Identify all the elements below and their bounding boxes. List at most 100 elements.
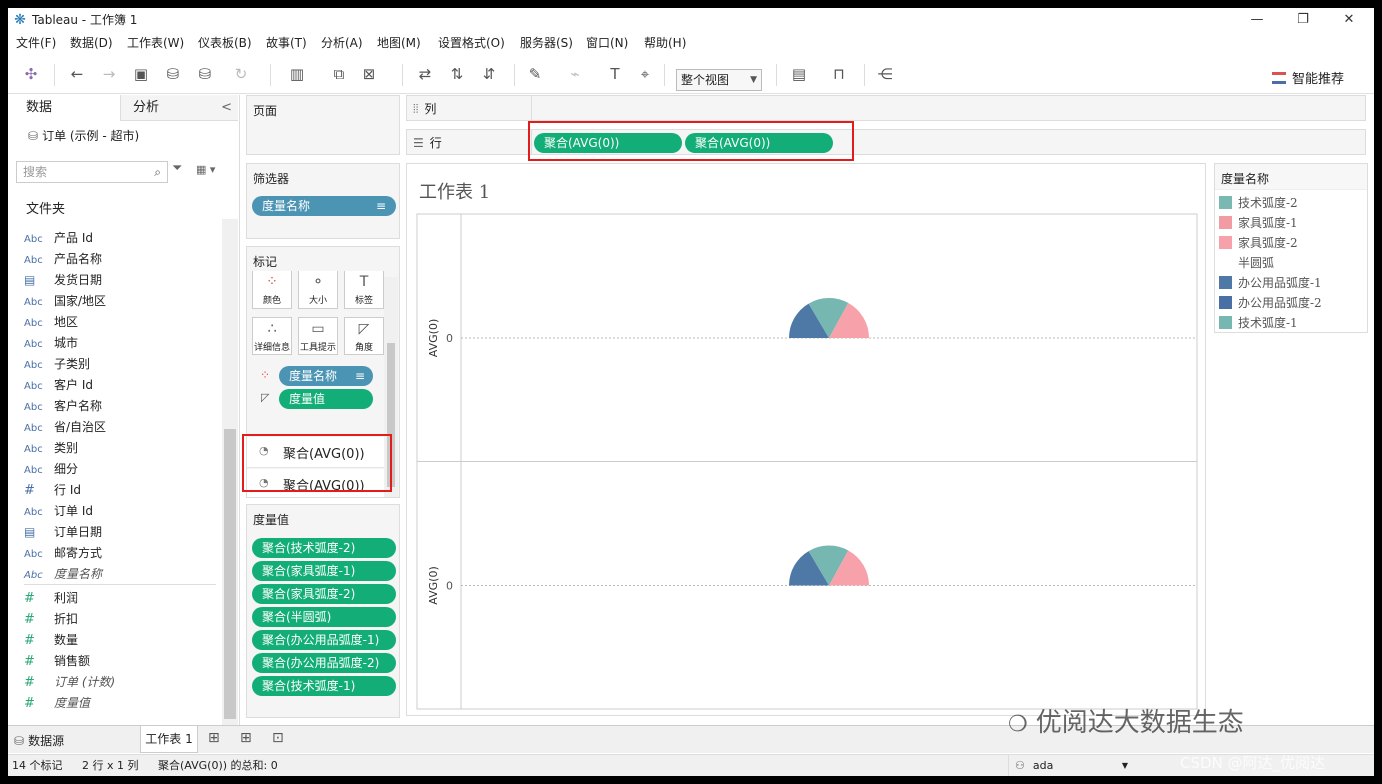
dimension-field[interactable]: ▤ 订单日期 bbox=[24, 522, 102, 543]
new-story-tab-icon[interactable]: ⊡ bbox=[272, 730, 284, 746]
tab-worksheet-1[interactable]: 工作表 1 bbox=[140, 726, 198, 753]
user-menu[interactable]: ⚇ ada ▼ bbox=[1008, 755, 1134, 776]
dimension-field[interactable]: Abc 邮寄方式 bbox=[24, 543, 102, 564]
tableau-home-icon[interactable]: ✣ bbox=[20, 64, 42, 84]
legend-item[interactable]: 家具弧度-2 bbox=[1219, 233, 1298, 253]
fix-axes-icon[interactable]: ⌖ bbox=[634, 64, 656, 84]
dimension-field[interactable]: Abc 类别 bbox=[24, 438, 78, 459]
measure-field[interactable]: # 数量 bbox=[24, 630, 78, 651]
sort-descending-icon[interactable]: ⇵ bbox=[478, 64, 500, 84]
menu-map[interactable]: 地图(M) bbox=[377, 35, 421, 51]
menu-help[interactable]: 帮助(H) bbox=[644, 35, 686, 51]
dimension-field[interactable]: Abc 客户名称 bbox=[24, 396, 102, 417]
new-worksheet-tab-icon[interactable]: ⊞ bbox=[208, 730, 220, 746]
legend-item[interactable]: 办公用品弧度-2 bbox=[1219, 293, 1322, 313]
tab-data[interactable]: 数据 bbox=[8, 95, 120, 121]
group-icon[interactable]: ⌁ bbox=[564, 64, 586, 84]
show-cards-icon[interactable]: ▤ bbox=[788, 64, 810, 84]
minimize-button[interactable]: — bbox=[1234, 8, 1280, 32]
dimension-field[interactable]: Abc 地区 bbox=[24, 312, 78, 333]
dimension-field[interactable]: ▤ 发货日期 bbox=[24, 270, 102, 291]
measure-field[interactable]: # 销售额 bbox=[24, 651, 90, 672]
worksheet-view[interactable]: 工作表 1 0 AVG(0) 0 AVG(0) bbox=[406, 163, 1206, 716]
new-worksheet-icon[interactable]: ▥ bbox=[286, 64, 308, 84]
filter-pill-measure-names[interactable]: 度量名称 ≡ bbox=[252, 196, 396, 216]
marks-detail-button[interactable]: ∴ 详细信息 bbox=[252, 317, 292, 355]
save-icon[interactable]: ▣ bbox=[130, 64, 152, 84]
legend-item[interactable]: 办公用品弧度-1 bbox=[1219, 273, 1322, 293]
dimension-field[interactable]: Abc 省/自治区 bbox=[24, 417, 106, 438]
sort-ascending-icon[interactable]: ⇅ bbox=[446, 64, 468, 84]
dimension-field[interactable]: Abc 度量名称 bbox=[24, 564, 102, 585]
tab-analysis[interactable]: 分析 < bbox=[120, 95, 238, 121]
new-datasource-icon[interactable]: ⛁ bbox=[162, 64, 184, 84]
measure-value-pill[interactable]: 聚合(半圆弧) bbox=[252, 607, 396, 627]
dimension-field[interactable]: # 行 Id bbox=[24, 480, 81, 501]
legend-item[interactable]: 技术弧度-2 bbox=[1219, 193, 1298, 213]
color-legend[interactable]: 度量名称 技术弧度-2 家具弧度-1 家具弧度-2 半圆弧 办公用品弧度-1 办公用品弧度… bbox=[1214, 163, 1368, 333]
highlight-icon[interactable]: ✎ bbox=[524, 64, 546, 84]
measure-value-pill[interactable]: 聚合(家具弧度-1) bbox=[252, 561, 396, 581]
legend-item[interactable]: 技术弧度-1 bbox=[1219, 313, 1298, 333]
maximize-button[interactable]: ❐ bbox=[1280, 8, 1326, 32]
dimension-field[interactable]: Abc 订单 Id bbox=[24, 501, 93, 522]
dimension-field[interactable]: Abc 子类别 bbox=[24, 354, 90, 375]
menu-file[interactable]: 文件(F) bbox=[16, 35, 56, 51]
measure-field[interactable]: # 订单 (计数) bbox=[24, 672, 115, 693]
filters-card[interactable]: 筛选器 度量名称 ≡ bbox=[246, 163, 400, 239]
marks-tooltip-button[interactable]: ▭ 工具提示 bbox=[298, 317, 338, 355]
measure-values-card[interactable]: 度量值 聚合(技术弧度-2) 聚合(家具弧度-1) 聚合(家具弧度-2) 聚合(半圆弧… bbox=[246, 504, 400, 718]
menu-format[interactable]: 设置格式(O) bbox=[438, 35, 505, 51]
filter-icon[interactable]: ⏷ bbox=[172, 161, 182, 176]
search-input[interactable]: 搜索 ⌕ bbox=[16, 161, 168, 183]
presentation-mode-icon[interactable]: ⊓ bbox=[828, 64, 850, 84]
duplicate-sheet-icon[interactable]: ⧉ bbox=[328, 64, 350, 84]
datasource-item[interactable]: ⛁ 订单 (示例 - 超市) bbox=[28, 127, 139, 145]
dimension-field[interactable]: Abc 客户 Id bbox=[24, 375, 93, 396]
swap-rows-columns-icon[interactable]: ⇄ bbox=[414, 64, 436, 84]
dimension-field[interactable]: Abc 国家/地区 bbox=[24, 291, 106, 312]
measure-field[interactable]: # 度量值 bbox=[24, 693, 90, 714]
measure-value-pill[interactable]: 聚合(办公用品弧度-1) bbox=[252, 630, 396, 650]
pause-updates-icon[interactable]: ⛁ bbox=[194, 64, 216, 84]
data-pane-scrollbar[interactable] bbox=[222, 219, 238, 727]
measure-value-pill[interactable]: 聚合(技术弧度-2) bbox=[252, 538, 396, 558]
marks-pill-measure-values[interactable]: 度量值 bbox=[279, 389, 373, 409]
measure-field[interactable]: # 折扣 bbox=[24, 609, 78, 630]
smart-recommend-button[interactable]: 智能推荐 bbox=[1272, 70, 1344, 90]
share-icon[interactable]: ⋲ bbox=[874, 64, 896, 84]
measure-value-pill[interactable]: 聚合(家具弧度-2) bbox=[252, 584, 396, 604]
marks-pill-measure-names[interactable]: 度量名称 ≡ bbox=[279, 366, 373, 386]
legend-item[interactable]: 半圆弧 bbox=[1219, 253, 1274, 273]
menu-server[interactable]: 服务器(S) bbox=[520, 35, 573, 51]
tab-datasource[interactable]: ⛁ 数据源 bbox=[14, 732, 64, 749]
dimension-field[interactable]: Abc 城市 bbox=[24, 333, 78, 354]
collapse-pane-icon[interactable]: < bbox=[221, 95, 232, 121]
menu-data[interactable]: 数据(D) bbox=[70, 35, 113, 51]
menu-worksheet[interactable]: 工作表(W) bbox=[127, 35, 184, 51]
show-labels-icon[interactable]: T bbox=[604, 64, 626, 84]
scrollbar-thumb[interactable] bbox=[224, 429, 236, 719]
refresh-icon[interactable]: ↻ bbox=[230, 64, 252, 84]
menu-story[interactable]: 故事(T) bbox=[266, 35, 307, 51]
menu-analysis[interactable]: 分析(A) bbox=[321, 35, 363, 51]
measure-field[interactable]: # 利润 bbox=[24, 588, 78, 609]
measure-value-pill[interactable]: 聚合(技术弧度-1) bbox=[252, 676, 396, 696]
menu-window[interactable]: 窗口(N) bbox=[586, 35, 628, 51]
columns-shelf[interactable]: ⦙⦙ 列 bbox=[406, 95, 1366, 121]
dimension-field[interactable]: Abc 产品名称 bbox=[24, 249, 102, 270]
dimension-field[interactable]: Abc 产品 Id bbox=[24, 228, 93, 249]
marks-color-button[interactable]: ⁘ 颜色 bbox=[252, 271, 292, 309]
marks-label-button[interactable]: T 标签 bbox=[344, 271, 384, 309]
marks-angle-button[interactable]: ◸ 角度 bbox=[344, 317, 384, 355]
menu-dashboard[interactable]: 仪表板(B) bbox=[198, 35, 252, 51]
view-options-icon[interactable]: ▦ ▾ bbox=[196, 163, 215, 176]
fit-select[interactable]: 整个视图 ▼ bbox=[676, 69, 762, 91]
measure-value-pill[interactable]: 聚合(办公用品弧度-2) bbox=[252, 653, 396, 673]
pages-card[interactable]: 页面 bbox=[246, 95, 400, 155]
new-dashboard-tab-icon[interactable]: ⊞ bbox=[240, 730, 252, 746]
marks-size-button[interactable]: ⚬ 大小 bbox=[298, 271, 338, 309]
dimension-field[interactable]: Abc 细分 bbox=[24, 459, 78, 480]
close-button[interactable]: ✕ bbox=[1326, 8, 1372, 32]
redo-icon[interactable]: → bbox=[98, 64, 120, 84]
